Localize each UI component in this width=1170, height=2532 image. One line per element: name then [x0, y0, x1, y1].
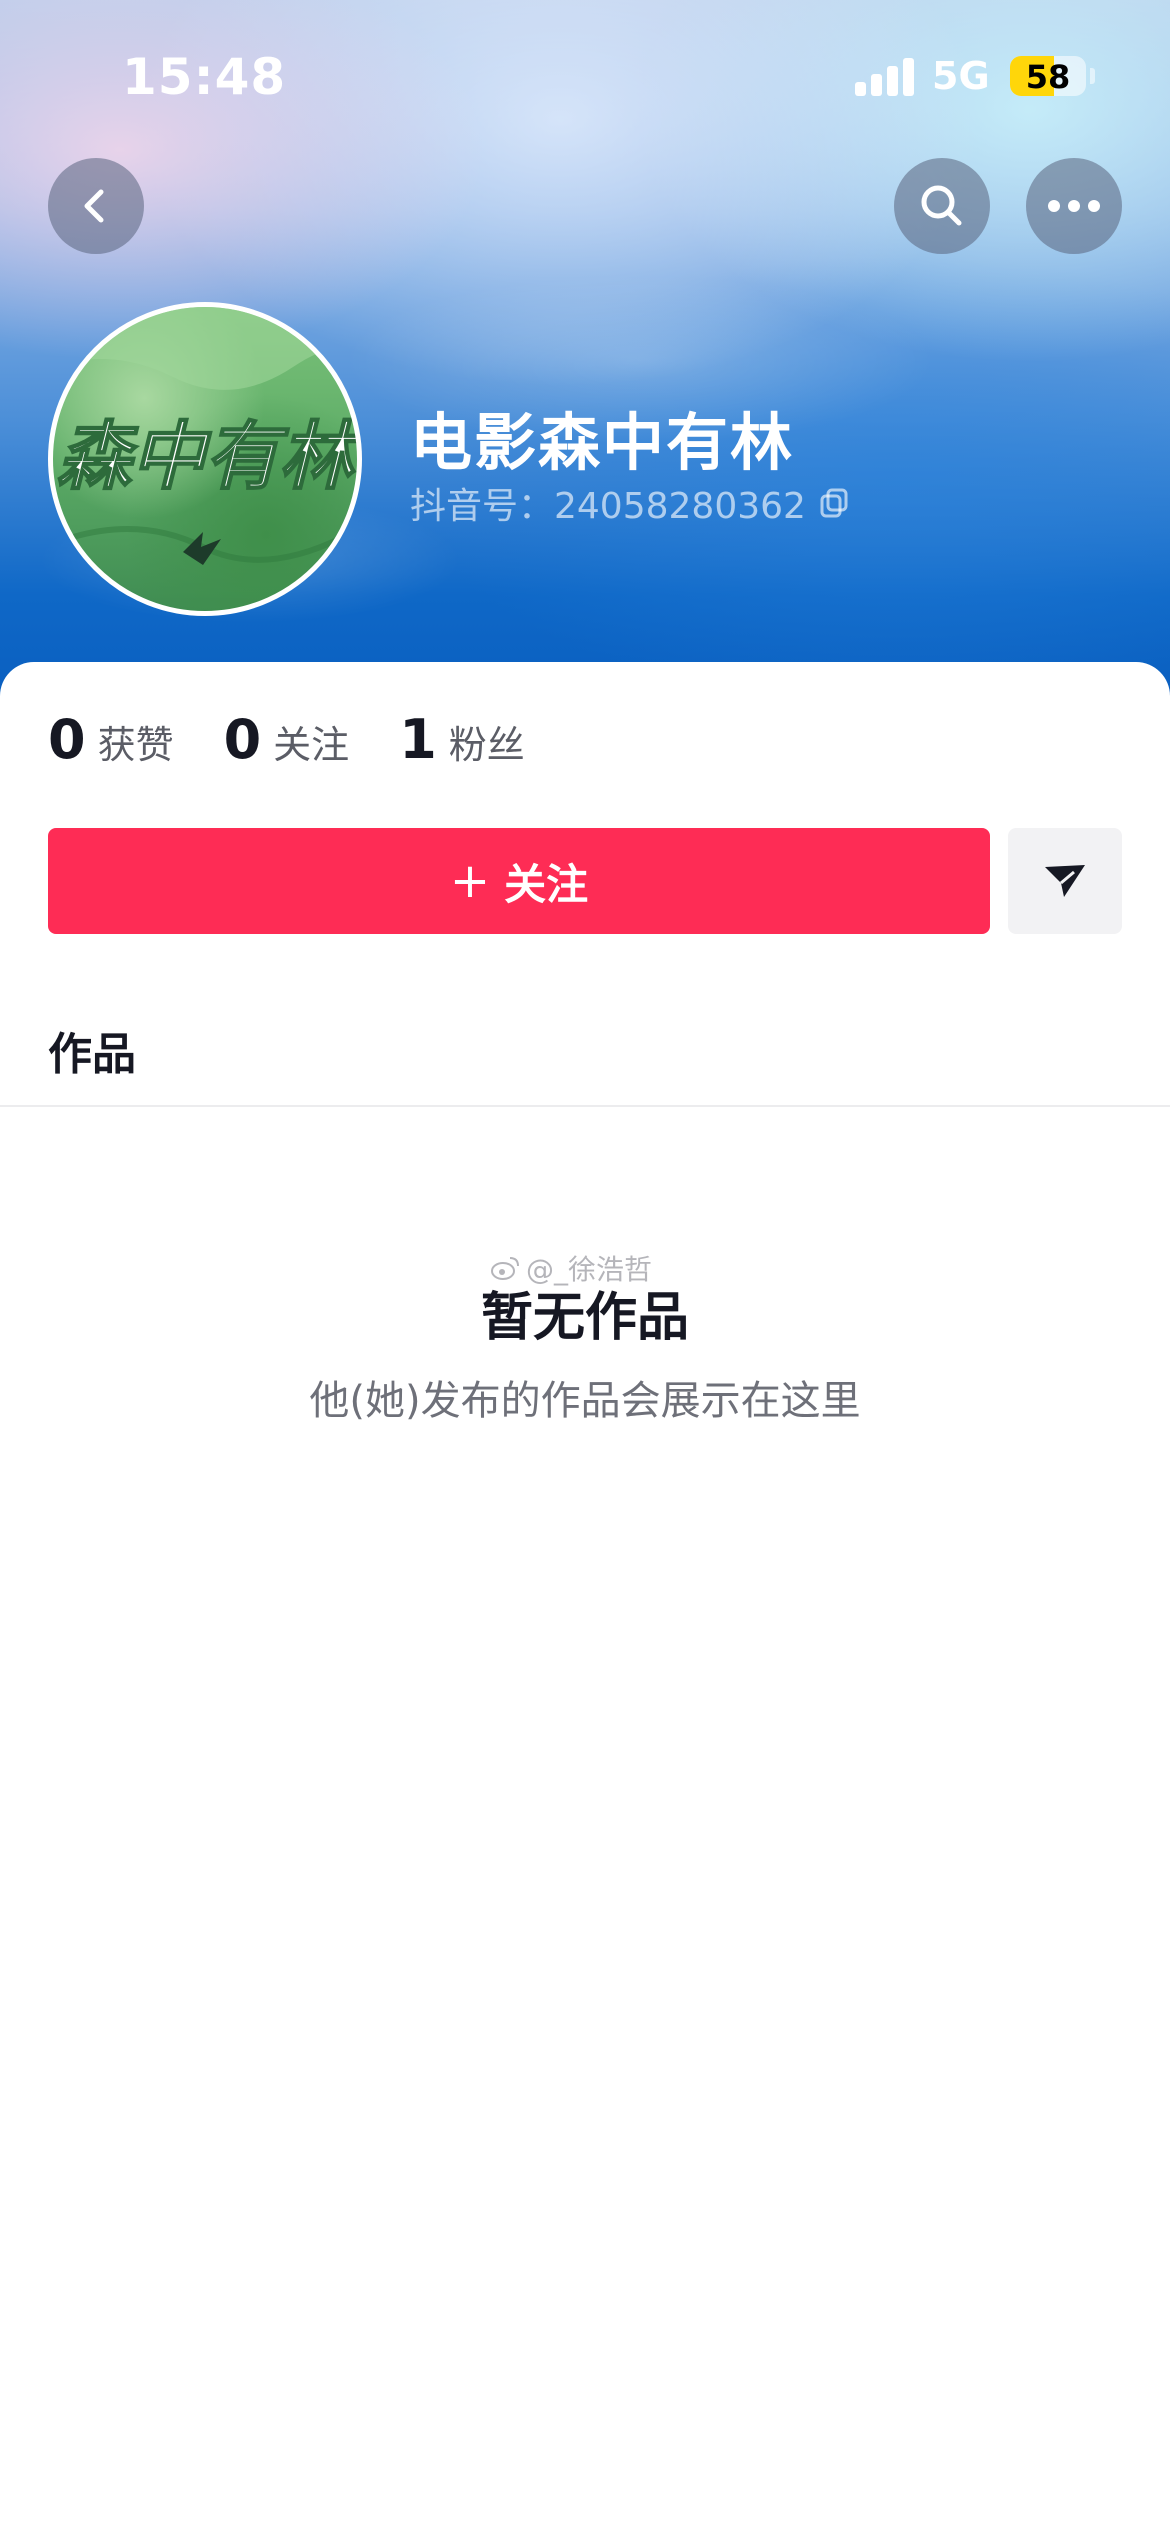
network-type: 5G [932, 54, 990, 98]
copy-icon[interactable] [818, 486, 852, 520]
chevron-left-icon [84, 189, 104, 223]
profile-name: 电影森中有林 [410, 406, 795, 479]
battery-level: 58 [1025, 58, 1071, 96]
stat-likes-count: 0 [48, 708, 86, 771]
stat-followers-label: 粉丝 [448, 723, 525, 767]
more-dots-icon [1048, 200, 1100, 212]
avatar-artwork: 森中有林 [53, 307, 357, 565]
empty-state-description: 他(她)发布的作品会展示在这里 [309, 1378, 861, 1424]
profile-content-sheet [0, 662, 1170, 2532]
more-button[interactable] [1026, 158, 1122, 254]
send-icon [1045, 865, 1085, 897]
back-button[interactable] [48, 158, 144, 254]
stat-followers[interactable]: 1 粉丝 [399, 708, 525, 771]
stat-likes[interactable]: 0 获赞 [48, 708, 174, 771]
stat-following-label: 关注 [273, 723, 350, 767]
stats-row: 0 获赞 0 关注 1 粉丝 [48, 708, 575, 771]
stat-followers-count: 1 [399, 708, 437, 771]
avatar-text: 森中有林 [57, 414, 357, 500]
follow-button[interactable]: + 关注 [48, 828, 990, 934]
douyin-id-row[interactable]: 抖音号：24058280362 [410, 477, 852, 529]
search-icon [921, 185, 962, 226]
message-button[interactable] [1008, 828, 1122, 934]
search-button[interactable] [894, 158, 990, 254]
battery-cap [1090, 68, 1095, 84]
status-time: 15:48 [122, 48, 287, 106]
follow-button-label: 关注 [504, 859, 589, 909]
empty-state-title: 暂无作品 [480, 1288, 689, 1348]
signal-icon [855, 58, 915, 96]
stat-likes-label: 获赞 [97, 723, 174, 767]
divider [0, 1105, 1170, 1107]
tab-works[interactable]: 作品 [48, 1018, 136, 1082]
avatar[interactable]: 森中有林 [48, 302, 362, 616]
battery-icon: 58 [1010, 56, 1086, 96]
douyin-id: 抖音号：24058280362 [410, 486, 806, 527]
stat-following-count: 0 [223, 708, 262, 771]
plus-icon: + [449, 853, 491, 909]
stat-following[interactable]: 0 关注 [224, 708, 350, 771]
